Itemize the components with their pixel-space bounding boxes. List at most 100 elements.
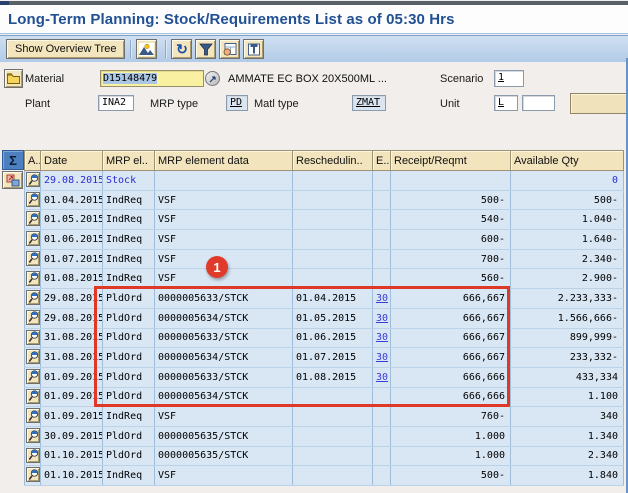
toolbar-separator: [165, 40, 166, 58]
col-header-a[interactable]: A..: [25, 151, 41, 171]
table-row: 31.08.2015 PldOrd 0000005634/STCK 01.07.…: [25, 348, 624, 368]
mrp-element-cell: PldOrd: [103, 426, 155, 446]
jump-to-detail-icon[interactable]: [2, 171, 23, 189]
magnifier-icon[interactable]: [26, 428, 40, 443]
empty-field[interactable]: [522, 95, 555, 111]
magnifier-icon[interactable]: [26, 271, 40, 286]
exception-link[interactable]: 30: [376, 372, 388, 383]
refresh-icon[interactable]: ↻: [171, 39, 192, 59]
receipt-reqmt-cell: 540-: [391, 210, 511, 230]
matl-type-field[interactable]: ZMAT: [352, 95, 386, 111]
row-detail-cell: [25, 171, 41, 191]
mrp-type-label: MRP type: [150, 98, 198, 110]
available-qty-cell: 1.840: [511, 466, 624, 486]
available-qty-cell: 899,999-: [511, 328, 624, 348]
col-header-receipt-reqmt[interactable]: Receipt/Reqmt: [391, 151, 511, 171]
mrp-element-data-cell: 0000005633/STCK: [155, 289, 293, 309]
col-header-e[interactable]: E..: [373, 151, 391, 171]
user-settings-icon[interactable]: [219, 39, 240, 59]
exception-cell: [373, 466, 391, 486]
magnifier-icon[interactable]: [26, 349, 40, 364]
exception-link[interactable]: 30: [376, 352, 388, 363]
mrp-element-cell: PldOrd: [103, 387, 155, 407]
table-row: 01.07.2015 IndReq VSF 700- 2.340-: [25, 249, 624, 269]
magnifier-icon[interactable]: [26, 310, 40, 325]
col-header-available-qty[interactable]: Available Qty: [511, 151, 624, 171]
rescheduling-date-cell: [293, 190, 373, 210]
magnifier-icon[interactable]: [26, 369, 40, 384]
magnifier-icon[interactable]: [26, 172, 40, 187]
scenario-field[interactable]: 1: [494, 70, 524, 87]
exception-link[interactable]: 30: [376, 313, 388, 324]
magnifier-icon[interactable]: [26, 231, 40, 246]
magnifier-icon[interactable]: [26, 448, 40, 463]
sum-icon[interactable]: Σ: [2, 150, 24, 170]
material-input[interactable]: D15148479: [100, 70, 204, 87]
side-panel-button[interactable]: [570, 93, 628, 114]
table-row: 29.08.2015 PldOrd 0000005633/STCK 01.04.…: [25, 289, 624, 309]
date-cell: 01.04.2015: [41, 190, 103, 210]
available-qty-cell: 0: [511, 171, 624, 191]
picture-icon[interactable]: [136, 39, 157, 59]
magnifier-icon[interactable]: [26, 408, 40, 423]
exception-cell: [373, 269, 391, 289]
exception-link[interactable]: 30: [376, 293, 388, 304]
receipt-reqmt-cell: 666,667: [391, 348, 511, 368]
row-detail-cell: [25, 466, 41, 486]
row-detail-cell: [25, 289, 41, 309]
col-header-date[interactable]: Date: [41, 151, 103, 171]
rescheduling-date-cell: [293, 269, 373, 289]
mrp-element-cell: PldOrd: [103, 446, 155, 466]
magnifier-icon[interactable]: [26, 389, 40, 404]
magnifier-icon[interactable]: [26, 211, 40, 226]
exception-cell: 30: [373, 289, 391, 309]
mrp-element-cell: PldOrd: [103, 348, 155, 368]
date-cell: 01.10.2015: [41, 446, 103, 466]
material-label: Material: [25, 73, 64, 85]
receipt-reqmt-cell: 666,667: [391, 289, 511, 309]
unit-field[interactable]: L: [494, 95, 518, 111]
row-detail-cell: [25, 230, 41, 250]
plant-field[interactable]: INA2: [98, 95, 134, 111]
mrp-element-data-cell: 0000005635/STCK: [155, 446, 293, 466]
mrp-element-cell: PldOrd: [103, 367, 155, 387]
rescheduling-date-cell: [293, 171, 373, 191]
print-icon[interactable]: [243, 39, 264, 59]
exception-cell: 30: [373, 328, 391, 348]
date-cell: 01.06.2015: [41, 230, 103, 250]
table-row: 29.08.2015 PldOrd 0000005634/STCK 01.05.…: [25, 308, 624, 328]
table-row: 01.08.2015 IndReq VSF 560- 2.900-: [25, 269, 624, 289]
table-row: 01.04.2015 IndReq VSF 500- 500-: [25, 190, 624, 210]
folder-icon[interactable]: [4, 69, 23, 88]
exception-cell: [373, 190, 391, 210]
mrp-element-data-cell: 0000005634/STCK: [155, 348, 293, 368]
col-header-mrp-el[interactable]: MRP el..: [103, 151, 155, 171]
stock-requirements-table: A.. Date MRP el.. MRP element data Resch…: [24, 150, 624, 486]
filter-icon[interactable]: [195, 39, 216, 59]
magnifier-icon[interactable]: [26, 467, 40, 482]
table-row: 01.10.2015 IndReq VSF 500- 1.840: [25, 466, 624, 486]
col-header-mrp-element-data[interactable]: MRP element data: [155, 151, 293, 171]
mrp-type-field[interactable]: PD: [226, 95, 248, 111]
material-detail-icon[interactable]: [205, 71, 220, 86]
row-detail-cell: [25, 426, 41, 446]
mrp-element-data-cell: 0000005634/STCK: [155, 387, 293, 407]
table-row: 01.09.2015 PldOrd 0000005633/STCK 01.08.…: [25, 367, 624, 387]
exception-cell: 30: [373, 367, 391, 387]
exception-link[interactable]: 30: [376, 332, 388, 343]
magnifier-icon[interactable]: [26, 251, 40, 266]
magnifier-icon[interactable]: [26, 330, 40, 345]
row-detail-cell: [25, 210, 41, 230]
col-header-rescheduling[interactable]: Reschedulin..: [293, 151, 373, 171]
magnifier-icon[interactable]: [26, 290, 40, 305]
show-overview-tree-button[interactable]: Show Overview Tree: [6, 39, 125, 59]
receipt-reqmt-cell: 666,667: [391, 308, 511, 328]
date-cell: 01.05.2015: [41, 210, 103, 230]
exception-cell: [373, 446, 391, 466]
row-detail-cell: [25, 190, 41, 210]
exception-cell: 30: [373, 348, 391, 368]
magnifier-icon[interactable]: [26, 192, 40, 207]
mrp-element-data-cell: VSF: [155, 210, 293, 230]
date-cell: 31.08.2015: [41, 348, 103, 368]
mrp-element-cell: PldOrd: [103, 289, 155, 309]
